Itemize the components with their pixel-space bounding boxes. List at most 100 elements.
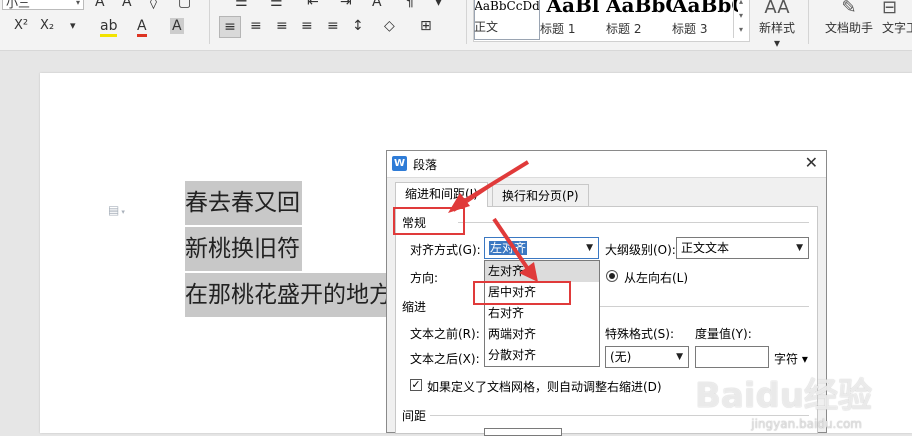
superscript-icon[interactable]: X² [14, 18, 28, 34]
spacing-before-input[interactable] [484, 428, 562, 436]
baidu-watermark: Baidu经验 [694, 376, 872, 416]
sort-icon[interactable]: A [372, 0, 382, 10]
font-color-icon[interactable]: A [137, 18, 147, 37]
outline-level-select[interactable]: 正文文本 ▼ [676, 237, 809, 259]
measure-unit-select[interactable]: 字符 ▾ [774, 350, 808, 367]
dialog-title: 段落 [413, 158, 438, 172]
style-sample: AaBbC [606, 0, 672, 17]
option-align-right[interactable]: 右对齐 [485, 303, 599, 324]
text-tool-button[interactable]: ⊟ 文字工 [882, 0, 912, 36]
align-justify-icon[interactable]: ≡ [301, 18, 313, 34]
align-right-icon[interactable]: ≡ [276, 18, 288, 34]
style-label: 正文 [474, 20, 499, 34]
style-sample: AaBl [546, 0, 600, 17]
close-icon[interactable]: ✕ [805, 153, 818, 173]
outline-level-label: 大纲级别(O): [605, 243, 676, 257]
highlight-icon[interactable]: ab [100, 18, 118, 37]
option-align-left[interactable]: 左对齐 [485, 261, 599, 282]
wps-logo-icon: W [392, 156, 407, 171]
style-tile-normal[interactable]: AaBbCcDd 正文 [474, 0, 540, 40]
chevron-down-icon: ▾ [75, 0, 80, 7]
char-shading-icon[interactable]: A [170, 18, 184, 34]
style-tile-heading2[interactable]: AaBbC 标题 2 [606, 0, 672, 40]
ribbon-separator [808, 0, 809, 44]
alignment-dropdown-list: 左对齐 居中对齐 右对齐 两端对齐 分散对齐 [484, 260, 600, 367]
dialog-titlebar[interactable]: W 段落 ✕ [387, 151, 826, 178]
char-border-icon[interactable]: ▢ [178, 0, 191, 10]
list-bullets-icon[interactable]: ☰ [235, 0, 248, 10]
section-divider [600, 306, 809, 307]
special-format-select[interactable]: (无) ▼ [605, 346, 689, 368]
chevron-down-icon: ▼ [586, 243, 593, 253]
grid-auto-indent-checkbox[interactable]: ✓ [410, 379, 422, 391]
alignment-select[interactable]: 左对齐 ▼ [484, 237, 599, 259]
text-tool-icon: ⊟ [882, 0, 898, 18]
measure-label: 度量值(Y): [695, 327, 752, 341]
styles-gallery: AaBbCcDd 正文 AaBl 标题 1 AaBbC 标题 2 AaBbC 标… [473, 0, 750, 42]
borders-icon[interactable]: ⊞ [420, 18, 432, 34]
text-after-label: 文本之后(X): [410, 352, 480, 366]
font-grow-icon[interactable]: A [95, 0, 105, 10]
section-spacing: 间距 [402, 409, 427, 423]
outline-level-value: 正文文本 [681, 241, 730, 255]
style-label: 标题 1 [540, 22, 576, 36]
style-tile-heading1[interactable]: AaBl 标题 1 [540, 0, 606, 40]
subscript-icon[interactable]: X₂ [40, 18, 54, 34]
grid-auto-indent-label: 如果定义了文档网格，则自动调整右缩进(D) [427, 380, 662, 394]
line-spacing-icon[interactable]: ↕ [352, 18, 364, 34]
ribbon-separator [209, 0, 210, 44]
style-sample: AaBbC [672, 0, 738, 17]
styles-scroll-icon[interactable]: ▴ ▾ ▾ [733, 0, 748, 38]
measure-input[interactable] [695, 346, 769, 368]
alignment-value: 左对齐 [489, 241, 528, 255]
alignment-label: 对齐方式(G): [410, 243, 481, 257]
chevron-down-icon: ▼ [796, 243, 803, 253]
show-marks-icon[interactable]: ¶ [405, 0, 414, 10]
option-align-justify[interactable]: 两端对齐 [485, 324, 599, 345]
special-format-value: (无) [610, 350, 632, 364]
shading-icon[interactable]: ◇ [384, 18, 395, 34]
annotation-box-general [393, 207, 465, 235]
style-label: 标题 3 [672, 22, 708, 36]
doc-line[interactable]: 新桃换旧符 [185, 227, 302, 271]
dropdown-chevron-icon[interactable]: ▾ [70, 18, 76, 34]
align-distribute-icon[interactable]: ≡ [327, 18, 339, 34]
special-format-label: 特殊格式(S): [605, 327, 675, 341]
style-sample: AaBbCcDd [474, 0, 540, 13]
font-shrink-icon[interactable]: A [122, 0, 132, 10]
tab-indent-spacing[interactable]: 缩进和间距(I) [395, 182, 488, 207]
indent-increase-icon[interactable]: ⇥ [340, 0, 352, 10]
new-style-button[interactable]: AA 新样式 ▾ [757, 0, 797, 50]
doc-line[interactable]: 春去春又回 [185, 181, 302, 225]
new-style-label: 新样式 [758, 21, 795, 35]
tab-line-page-breaks[interactable]: 换行和分页(P) [492, 184, 589, 206]
align-left-icon[interactable]: ≡ [219, 16, 241, 38]
align-center-icon[interactable]: ≡ [250, 18, 262, 34]
text-tool-label: 文字工 [882, 21, 912, 35]
section-divider [458, 222, 809, 223]
direction-ltr-label: 从左向右(L) [624, 271, 689, 285]
baidu-watermark-url: jingyan.baidu.com [751, 417, 862, 431]
option-align-distributed[interactable]: 分散对齐 [485, 345, 599, 366]
list-numbers-icon[interactable]: ☰ [270, 0, 283, 10]
style-label: 标题 2 [606, 22, 642, 36]
ribbon-toolbar: 小三 ▾ A A ◊ ▢ X² X₂ ▾ ab A A ☰ ☰ ⇤ ⇥ A ¶ … [0, 0, 912, 51]
clear-format-icon[interactable]: ◊ [150, 0, 157, 10]
measure-unit-value: 字符 [774, 352, 799, 366]
direction-ltr-radio[interactable] [606, 270, 618, 282]
font-size-select[interactable]: 小三 ▾ [2, 0, 84, 10]
more-icon[interactable]: ▾ [435, 0, 442, 10]
paragraph-handle-icon[interactable]: ▤ ▾ [108, 203, 125, 217]
text-before-label: 文本之前(R): [410, 327, 480, 341]
style-tile-heading3[interactable]: AaBbC 标题 3 [672, 0, 738, 40]
doc-assistant-label: 文档助手 [824, 21, 873, 35]
doc-assistant-icon: ✎ [841, 0, 857, 18]
section-indent: 缩进 [402, 300, 427, 314]
doc-line[interactable]: 在那桃花盛开的地方 [185, 273, 394, 317]
doc-assistant-button[interactable]: ✎ 文档助手 [822, 0, 876, 36]
indent-decrease-icon[interactable]: ⇤ [307, 0, 319, 10]
font-size-value: 小三 [6, 0, 31, 10]
chevron-down-icon: ▼ [676, 352, 683, 362]
new-style-icon: AA [764, 0, 790, 18]
direction-label: 方向: [410, 271, 439, 285]
